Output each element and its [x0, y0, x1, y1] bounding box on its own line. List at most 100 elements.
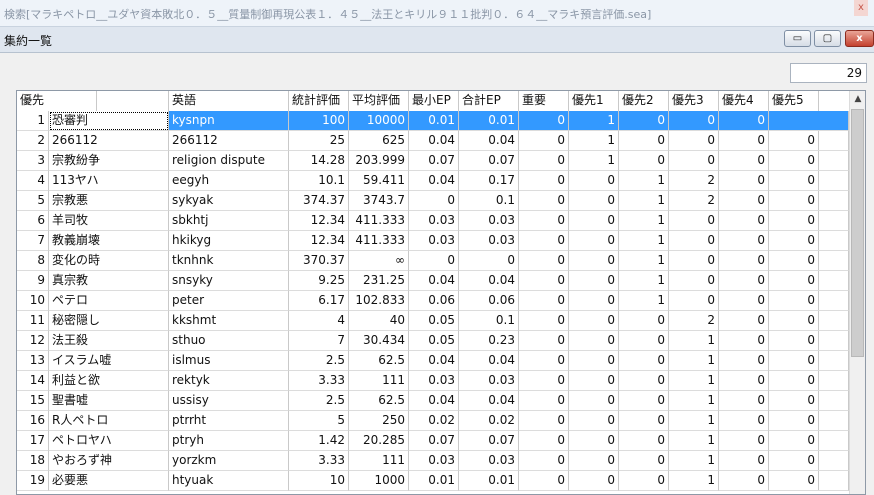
table-cell[interactable]: peter — [169, 291, 289, 311]
table-cell[interactable]: 374.37 — [289, 191, 349, 211]
table-cell[interactable]: 0 — [719, 171, 769, 191]
close-button[interactable]: x — [845, 30, 874, 47]
table-cell[interactable]: 0.04 — [409, 351, 459, 371]
table-cell[interactable]: 0.04 — [459, 391, 519, 411]
table-cell[interactable]: ∞ — [349, 251, 409, 271]
table-row[interactable]: 13 イスラム嘘 islmus 2.5 62.5 0.04 0.04 0 0 0 1 0 0 — [17, 351, 849, 371]
column-header[interactable]: 優先 — [17, 91, 97, 111]
table-cell[interactable]: 0 — [519, 351, 569, 371]
table-row[interactable]: 16 R人ペトロ ptrrht 5 250 0.02 0.02 0 0 0 1 0 0 — [17, 411, 849, 431]
table-cell[interactable]: 266112 — [49, 131, 169, 151]
table-cell[interactable]: 0.07 — [459, 431, 519, 451]
table-cell[interactable]: 0 — [619, 451, 669, 471]
table-cell[interactable]: 0 — [719, 431, 769, 451]
table-cell[interactable] — [769, 131, 849, 151]
table-cell[interactable]: 0.07 — [409, 151, 459, 171]
column-header[interactable]: 優先5 — [769, 91, 819, 111]
table-cell[interactable] — [769, 171, 849, 191]
minimize-button[interactable]: ▭ — [784, 30, 811, 47]
table-cell[interactable]: 0.04 — [459, 131, 519, 151]
table-cell[interactable] — [769, 291, 849, 311]
table-cell[interactable]: 1 — [619, 251, 669, 271]
table-cell[interactable]: 0 — [569, 411, 619, 431]
table-cell[interactable]: 9.25 — [289, 271, 349, 291]
table-cell[interactable]: 1 — [619, 231, 669, 251]
table-cell[interactable]: 3.33 — [289, 371, 349, 391]
table-cell[interactable]: 59.411 — [349, 171, 409, 191]
table-cell[interactable]: 62.5 — [349, 351, 409, 371]
table-cell[interactable]: 0 — [719, 311, 769, 331]
table-cell[interactable]: 0 — [459, 251, 519, 271]
table-cell[interactable]: kkshmt — [169, 311, 289, 331]
table-cell[interactable]: 必要悪 — [49, 471, 169, 491]
table-row[interactable]: 4 113ヤハ eegyh 10.1 59.411 0.04 0.17 0 0 1 2 0 0 — [17, 171, 849, 191]
table-cell[interactable]: 1 — [619, 171, 669, 191]
table-cell[interactable]: 0.04 — [409, 171, 459, 191]
table-cell[interactable]: 0 — [569, 291, 619, 311]
table-row[interactable]: 14 利益と欲 rektyk 3.33 111 0.03 0.03 0 0 0 1 0 0 — [17, 371, 849, 391]
table-cell[interactable]: 6.17 — [289, 291, 349, 311]
table-cell[interactable] — [769, 111, 849, 131]
table-cell[interactable]: 102.833 — [349, 291, 409, 311]
table-cell[interactable]: 0 — [619, 351, 669, 371]
table-cell[interactable]: 0.03 — [459, 211, 519, 231]
table-cell[interactable]: 変化の時 — [49, 251, 169, 271]
table-cell[interactable]: 0 — [519, 451, 569, 471]
table-row[interactable]: 1恐審判kysnpn100100000.010.01010000 — [17, 111, 849, 131]
table-row[interactable]: 10 ペテロ peter 6.17 102.833 0.06 0.06 0 0 1 0 0 0 — [17, 291, 849, 311]
table-row[interactable]: 6 羊司牧 sbkhtj 12.34 411.333 0.03 0.03 0 0 1 0 0 0 — [17, 211, 849, 231]
table-cell[interactable]: rektyk — [169, 371, 289, 391]
table-cell[interactable]: 1 — [619, 191, 669, 211]
table-cell[interactable]: 0 — [619, 311, 669, 331]
table-row[interactable]: 9 真宗教 snsyky 9.25 231.25 0.04 0.04 0 0 1 0 0 0 — [17, 271, 849, 291]
table-cell[interactable]: 0.03 — [459, 371, 519, 391]
table-cell[interactable]: 0 — [619, 131, 669, 151]
table-cell[interactable]: ptryh — [169, 431, 289, 451]
table-row[interactable]: 19 必要悪 htyuak 10 1000 0.01 0.01 0 0 0 1 0 0 — [17, 471, 849, 491]
table-cell[interactable]: 0 — [619, 151, 669, 171]
table-cell[interactable]: 宗教悪 — [49, 191, 169, 211]
table-cell[interactable]: 2 — [669, 191, 719, 211]
table-cell[interactable] — [769, 371, 849, 391]
table-cell[interactable]: 0 — [619, 371, 669, 391]
table-cell[interactable]: ペトロヤハ — [49, 431, 169, 451]
table-row[interactable]: 8 変化の時 tknhnk 370.37 ∞ 0 0 0 0 1 0 0 0 — [17, 251, 849, 271]
table-cell[interactable]: 0 — [619, 431, 669, 451]
table-cell[interactable]: 0 — [719, 411, 769, 431]
table-cell[interactable]: 0.04 — [459, 351, 519, 371]
table-cell[interactable]: religion dispute — [169, 151, 289, 171]
table-cell[interactable]: イスラム嘘 — [49, 351, 169, 371]
table-cell[interactable]: 1.42 — [289, 431, 349, 451]
table-cell[interactable]: 625 — [349, 131, 409, 151]
table-cell[interactable]: 0 — [519, 291, 569, 311]
table-cell[interactable]: 2.5 — [289, 351, 349, 371]
table-cell[interactable]: 1 — [669, 371, 719, 391]
table-cell[interactable]: 0 — [569, 211, 619, 231]
table-cell[interactable]: 0 — [569, 371, 619, 391]
table-cell[interactable]: 0 — [719, 131, 769, 151]
table-cell[interactable]: 2 — [669, 311, 719, 331]
table-cell[interactable]: 4 — [289, 311, 349, 331]
column-header[interactable]: 優先1 — [569, 91, 619, 111]
table-cell[interactable]: 0.04 — [459, 271, 519, 291]
table-cell[interactable]: 3743.7 — [349, 191, 409, 211]
table-cell[interactable]: 411.333 — [349, 211, 409, 231]
table-cell[interactable]: 0 — [719, 211, 769, 231]
table-cell[interactable]: 411.333 — [349, 231, 409, 251]
table-cell[interactable]: 0 — [519, 471, 569, 491]
table-cell[interactable]: 0.04 — [409, 271, 459, 291]
table-cell[interactable]: 0 — [519, 431, 569, 451]
table-cell[interactable]: 25 — [289, 131, 349, 151]
table-cell[interactable]: 0.05 — [409, 331, 459, 351]
table-cell[interactable]: 0 — [719, 291, 769, 311]
table-cell[interactable]: 宗教紛争 — [49, 151, 169, 171]
table-cell[interactable]: 0.06 — [409, 291, 459, 311]
table-cell[interactable]: 0.03 — [409, 451, 459, 471]
table-cell[interactable]: 法王殺 — [49, 331, 169, 351]
table-cell[interactable]: 10000 — [349, 111, 409, 131]
table-cell[interactable] — [769, 251, 849, 271]
table-cell[interactable]: 0 — [569, 191, 619, 211]
table-cell[interactable]: 0 — [719, 391, 769, 411]
table-cell[interactable]: 0 — [719, 351, 769, 371]
table-row[interactable]: 15 聖書嘘 ussisy 2.5 62.5 0.04 0.04 0 0 0 1 0 0 — [17, 391, 849, 411]
